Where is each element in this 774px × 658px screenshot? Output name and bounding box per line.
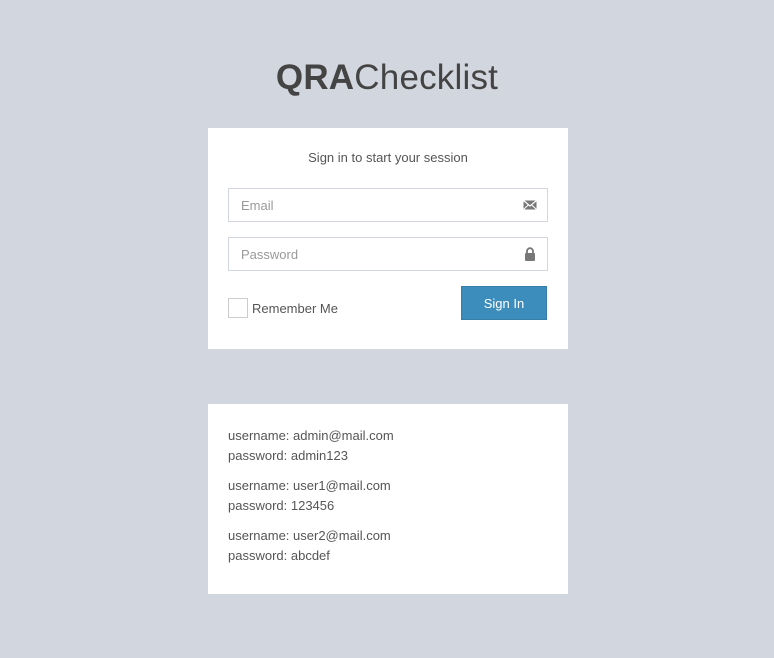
credential-username: username: user1@mail.com [228, 478, 391, 493]
remember-me-label: Remember Me [252, 300, 338, 316]
remember-me-checkbox[interactable] [228, 298, 248, 318]
password-field [228, 237, 548, 271]
envelope-icon [523, 198, 537, 212]
credential-password: password: abcdef [228, 548, 330, 563]
login-page: QRAChecklist Sign in to start your sessi… [0, 0, 774, 658]
credential-username: username: user2@mail.com [228, 528, 391, 543]
email-field [228, 188, 548, 222]
credential-username: username: admin@mail.com [228, 428, 394, 443]
password-input[interactable] [229, 238, 523, 270]
remember-me: Remember Me [228, 297, 338, 319]
credential-entry: username: user2@mail.com password: abcde… [228, 526, 548, 566]
login-box: Sign in to start your session Email Reme… [208, 128, 568, 349]
credential-password: password: 123456 [228, 498, 335, 513]
credential-entry: username: admin@mail.com password: admin… [228, 426, 548, 466]
credential-entry: username: user1@mail.com password: 12345… [228, 476, 548, 516]
lock-icon [523, 247, 537, 261]
sign-in-button[interactable]: Sign In [461, 286, 547, 320]
credential-password: password: admin123 [228, 448, 348, 463]
logo-bold: QRA [275, 58, 355, 97]
app-logo[interactable]: QRAChecklist [0, 58, 774, 98]
email-input[interactable] [229, 189, 523, 221]
logo-light: Checklist [354, 58, 499, 97]
login-box-message: Sign in to start your session [308, 150, 468, 165]
demo-credentials-box: username: admin@mail.com password: admin… [208, 404, 568, 594]
